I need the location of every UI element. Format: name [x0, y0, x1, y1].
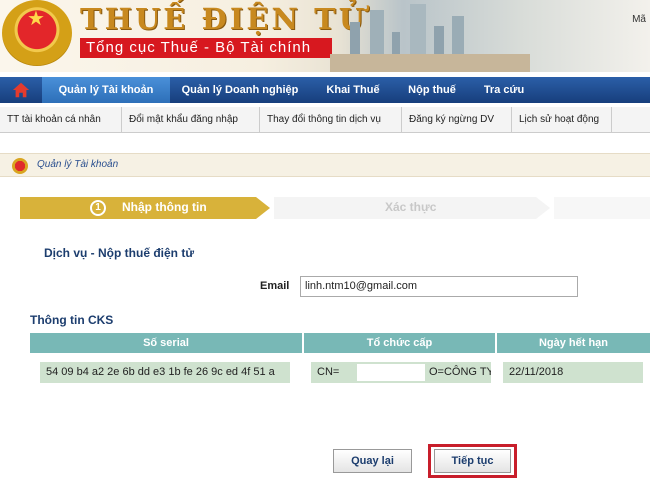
continue-highlight-box: [428, 444, 517, 478]
star-icon: ★: [27, 8, 45, 30]
issuer-prefix: CN=: [317, 366, 340, 378]
col-header-issuer: Tổ chức cấp: [304, 333, 495, 353]
redacted-block: [357, 364, 425, 381]
national-emblem-icon: ★: [2, 0, 72, 66]
step-arrow: [536, 197, 550, 219]
step-label-active: Nhập thông tin: [122, 200, 207, 214]
progress-steps: 1 Nhập thông tin Xác thực: [20, 197, 650, 219]
email-field[interactable]: linh.ntm10@gmail.com: [300, 276, 578, 297]
sub-nav: TT tài khoản cá nhân Đổi mật khẩu đăng n…: [0, 107, 650, 133]
home-icon: [12, 82, 30, 98]
nav-tab-enterprise[interactable]: Quản lý Doanh nghiệp: [170, 77, 310, 103]
step-number: 1: [90, 200, 106, 216]
city-skyline-image: [330, 0, 530, 72]
step-label-inactive: Xác thực: [385, 200, 437, 214]
site-header: ★ THUẾ ĐIỆN TỬ Tổng cục Thuế - Bộ Tài ch…: [0, 0, 650, 72]
site-subtitle: Tổng cục Thuế - Bộ Tài chính: [80, 38, 332, 58]
main-nav: Quản lý Tài khoản Quản lý Doanh nghiệp K…: [0, 77, 650, 103]
home-button[interactable]: [0, 77, 42, 103]
issuer-suffix: O=CÔNG TY: [429, 366, 491, 378]
header-right-text: Mã: [632, 14, 646, 25]
subnav-activity-history[interactable]: Lịch sử hoạt động: [512, 107, 612, 133]
service-label: Dịch vụ - Nộp thuế điện tử: [44, 246, 195, 260]
col-header-expiry: Ngày hết hạn: [497, 333, 650, 353]
email-label: Email: [260, 280, 290, 292]
subnav-change-password[interactable]: Đổi mật khẩu đăng nhập: [122, 107, 260, 133]
cell-expiry: 22/11/2018: [503, 362, 643, 383]
breadcrumb: Quản lý Tài khoản: [0, 153, 650, 177]
nav-tab-tax-payment[interactable]: Nộp thuế: [396, 77, 468, 103]
cell-issuer: CN= O=CÔNG TY: [311, 362, 491, 383]
col-header-serial: Số serial: [30, 333, 302, 353]
step-arrow: [256, 197, 270, 219]
nav-tab-account[interactable]: Quản lý Tài khoản: [42, 77, 170, 103]
subnav-change-service-info[interactable]: Thay đổi thông tin dịch vụ: [260, 107, 402, 133]
cks-title: Thông tin CKS: [30, 313, 114, 327]
back-button[interactable]: Quay lại: [333, 449, 412, 473]
step-final: [554, 197, 650, 219]
emblem-small-icon: [12, 158, 28, 174]
subnav-personal-info[interactable]: TT tài khoản cá nhân: [0, 107, 122, 133]
step-enter-info: 1 Nhập thông tin: [20, 197, 256, 219]
site-title: THUẾ ĐIỆN TỬ: [80, 2, 367, 36]
breadcrumb-text: Quản lý Tài khoản: [37, 159, 119, 170]
cell-serial: 54 09 b4 a2 2e 6b dd e3 1b fe 26 9c ed 4…: [40, 362, 290, 383]
nav-tab-tax-declaration[interactable]: Khai Thuế: [310, 77, 396, 103]
subnav-stop-service[interactable]: Đăng ký ngừng DV: [402, 107, 512, 133]
nav-tab-lookup[interactable]: Tra cứu: [468, 77, 540, 103]
